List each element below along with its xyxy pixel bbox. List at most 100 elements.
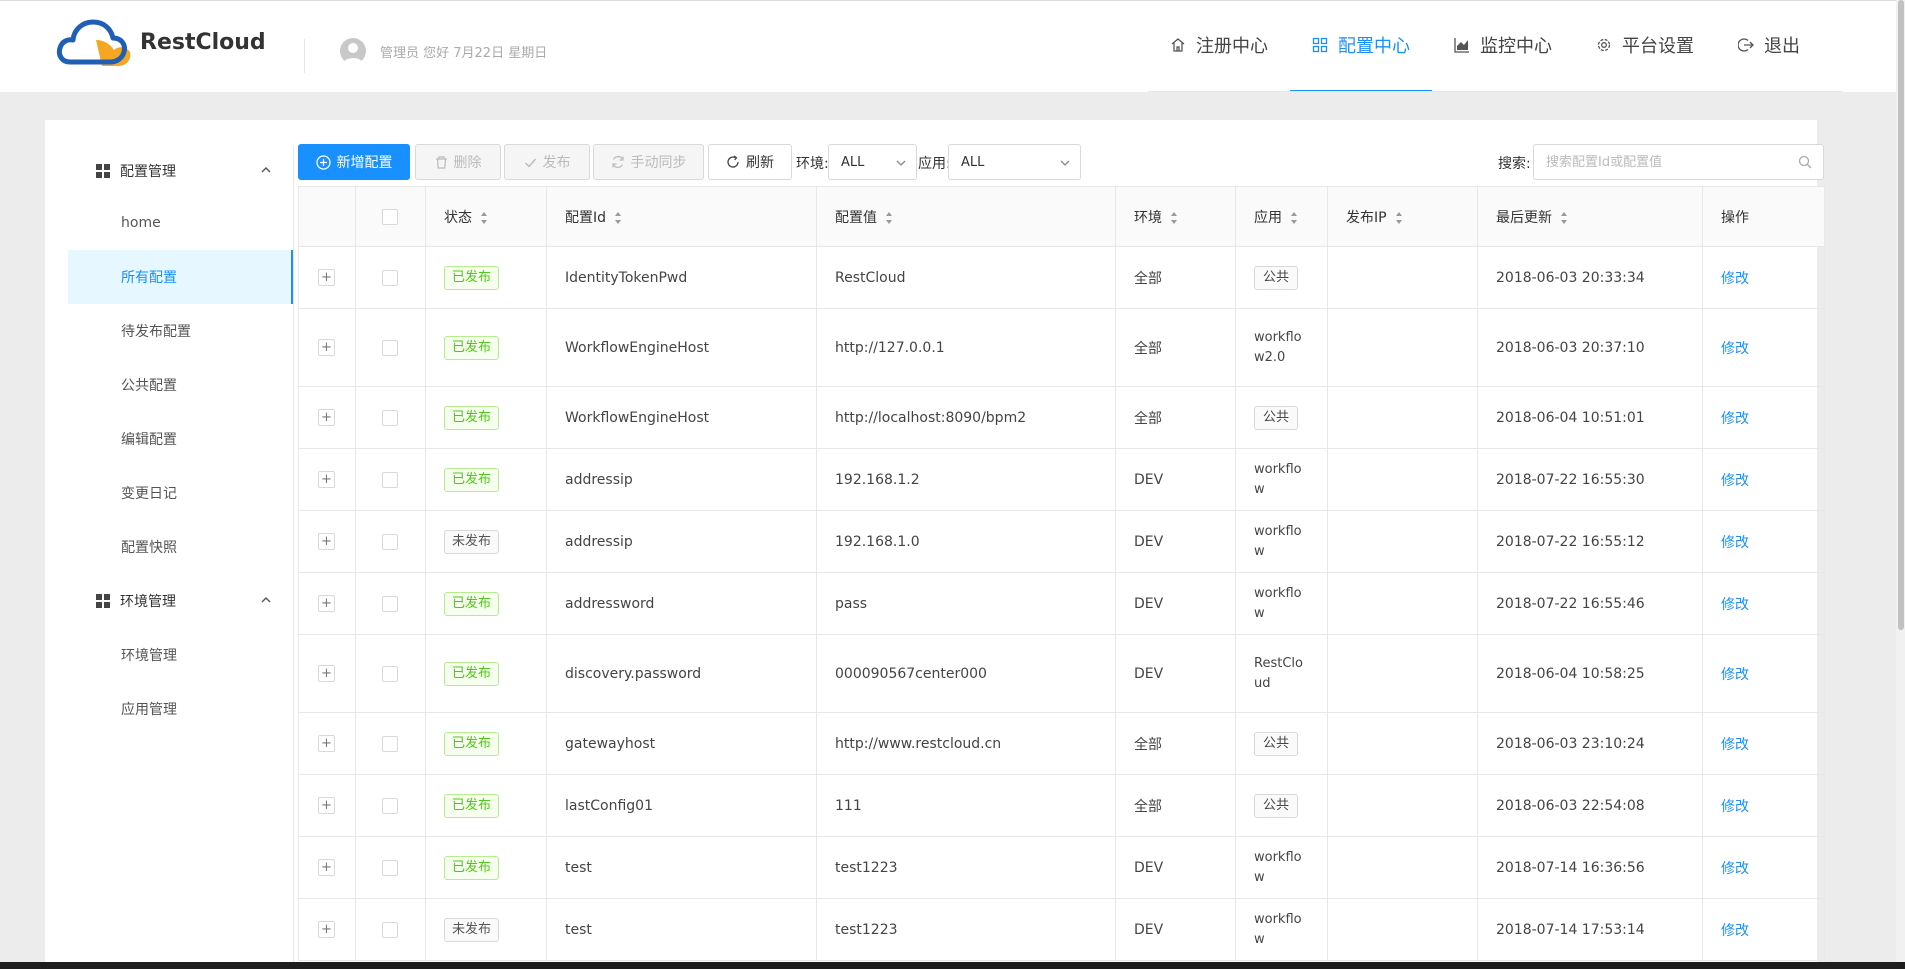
sort-icon[interactable] <box>1170 211 1178 225</box>
status-badge: 未发布 <box>444 917 500 942</box>
status-badge: 已发布 <box>444 467 500 492</box>
row-checkbox[interactable] <box>382 735 398 752</box>
status-cell: 已发布 <box>425 572 547 635</box>
row-checkbox[interactable] <box>382 797 398 814</box>
column-header-config-id[interactable]: 配置Id <box>546 186 817 247</box>
edit-link[interactable]: 修改 <box>1721 737 1749 753</box>
status-cell: 已发布 <box>425 246 547 309</box>
expand-row-button[interactable]: + <box>318 339 335 356</box>
app-select[interactable]: ALL <box>948 144 1081 180</box>
row-checkbox[interactable] <box>382 665 398 682</box>
nav-monitor-center[interactable]: 监控中心 <box>1432 0 1574 92</box>
config-id-cell: addressip <box>546 448 817 511</box>
column-header-config-value[interactable]: 配置值 <box>816 186 1116 247</box>
sort-icon[interactable] <box>885 211 893 225</box>
sidebar-item-config-snapshot[interactable]: 配置快照 <box>68 520 294 574</box>
config-id-cell: addressword <box>546 572 817 635</box>
select-cell <box>355 774 426 837</box>
sidebar-item-env-management[interactable]: 环境管理 <box>68 628 294 682</box>
expand-row-button[interactable]: + <box>318 665 335 682</box>
column-header-publish-ip[interactable]: 发布IP <box>1327 186 1478 247</box>
refresh-button[interactable]: 刷新 <box>708 144 792 180</box>
expand-row-button[interactable]: + <box>318 797 335 814</box>
sidebar-item-edit-configs[interactable]: 编辑配置 <box>68 412 294 466</box>
sort-icon[interactable] <box>1290 211 1298 225</box>
expand-row-button[interactable]: + <box>318 269 335 286</box>
expand-cell: + <box>298 774 356 837</box>
row-checkbox[interactable] <box>382 339 398 356</box>
app-cell: 公共 <box>1235 712 1328 775</box>
scrollbar-thumb[interactable] <box>1898 0 1904 630</box>
search-icon[interactable] <box>1798 155 1812 169</box>
sort-icon[interactable] <box>480 211 488 225</box>
menu-group-env-management[interactable]: 环境管理 <box>68 574 294 628</box>
edit-link[interactable]: 修改 <box>1721 667 1749 683</box>
app-cell: RestCloud <box>1235 634 1328 713</box>
sidebar-item-home[interactable]: home <box>68 196 294 250</box>
status-badge: 已发布 <box>444 731 500 756</box>
menu-group-config-management[interactable]: 配置管理 <box>68 146 294 196</box>
sidebar-item-public-configs[interactable]: 公共配置 <box>68 358 294 412</box>
expand-row-button[interactable]: + <box>318 533 335 550</box>
logo-text: RestCloud <box>140 29 266 55</box>
sort-icon[interactable] <box>1560 211 1568 225</box>
row-checkbox[interactable] <box>382 595 398 612</box>
nav-logout[interactable]: 退出 <box>1716 0 1822 92</box>
sidebar-item-app-management[interactable]: 应用管理 <box>68 682 294 736</box>
row-checkbox[interactable] <box>382 859 398 876</box>
manual-sync-button[interactable]: 手动同步 <box>593 144 704 180</box>
edit-link[interactable]: 修改 <box>1721 535 1749 551</box>
status-cell: 已发布 <box>425 836 547 899</box>
row-checkbox[interactable] <box>382 471 398 488</box>
publish-label: 发布 <box>542 155 571 171</box>
publish-button[interactable]: 发布 <box>504 144 590 180</box>
table-row: + 已发布 WorkflowEngineHost http://127.0.0.1 全部… <box>298 308 1825 387</box>
logo[interactable]: RestCloud <box>56 16 266 68</box>
avatar[interactable] <box>340 38 366 64</box>
row-checkbox[interactable] <box>382 921 398 938</box>
row-checkbox[interactable] <box>382 409 398 426</box>
edit-link[interactable]: 修改 <box>1721 597 1749 613</box>
sidebar-item-all-configs[interactable]: 所有配置 <box>68 250 294 304</box>
expand-row-button[interactable]: + <box>318 409 335 426</box>
sort-icon[interactable] <box>614 211 622 225</box>
column-header-app[interactable]: 应用 <box>1235 186 1328 247</box>
edit-link[interactable]: 修改 <box>1721 411 1749 427</box>
app-name: workflow <box>1254 911 1302 947</box>
app-tag: 公共 <box>1254 405 1299 430</box>
env-select[interactable]: ALL <box>828 144 917 180</box>
column-header-status[interactable]: 状态 <box>425 186 547 247</box>
column-header-env[interactable]: 环境 <box>1115 186 1236 247</box>
edit-link[interactable]: 修改 <box>1721 473 1749 489</box>
expand-row-button[interactable]: + <box>318 859 335 876</box>
sidebar-item-change-log[interactable]: 变更日记 <box>68 466 294 520</box>
edit-link[interactable]: 修改 <box>1721 861 1749 877</box>
select-all-checkbox[interactable] <box>382 208 398 225</box>
edit-link[interactable]: 修改 <box>1721 341 1749 357</box>
expand-row-button[interactable]: + <box>318 735 335 752</box>
nav-platform-settings[interactable]: 平台设置 <box>1574 0 1716 92</box>
nav-config-center[interactable]: 配置中心 <box>1290 0 1432 92</box>
expand-row-button[interactable]: + <box>318 595 335 612</box>
manual-sync-label: 手动同步 <box>630 155 687 171</box>
actions-cell: 修改 <box>1702 572 1825 635</box>
sort-icon[interactable] <box>1395 211 1403 225</box>
delete-button[interactable]: 删除 <box>415 144 501 180</box>
edit-link[interactable]: 修改 <box>1721 923 1749 939</box>
select-cell <box>355 712 426 775</box>
row-checkbox[interactable] <box>382 269 398 286</box>
column-header-last-updated[interactable]: 最后更新 <box>1477 186 1703 247</box>
row-checkbox[interactable] <box>382 533 398 550</box>
expand-cell: + <box>298 448 356 511</box>
search-input[interactable] <box>1533 144 1824 180</box>
last-updated-cell: 2018-07-22 16:55:46 <box>1477 572 1703 635</box>
edit-link[interactable]: 修改 <box>1721 799 1749 815</box>
appstore-icon <box>96 164 110 178</box>
sidebar-item-pending-configs[interactable]: 待发布配置 <box>68 304 294 358</box>
nav-registry-center[interactable]: 注册中心 <box>1148 0 1290 92</box>
edit-link[interactable]: 修改 <box>1721 271 1749 287</box>
expand-row-button[interactable]: + <box>318 921 335 938</box>
table-body: + 已发布 IdentityTokenPwd RestCloud 全部 公共 2018-06… <box>298 246 1825 961</box>
add-config-button[interactable]: 新增配置 <box>298 144 410 180</box>
expand-row-button[interactable]: + <box>318 471 335 488</box>
